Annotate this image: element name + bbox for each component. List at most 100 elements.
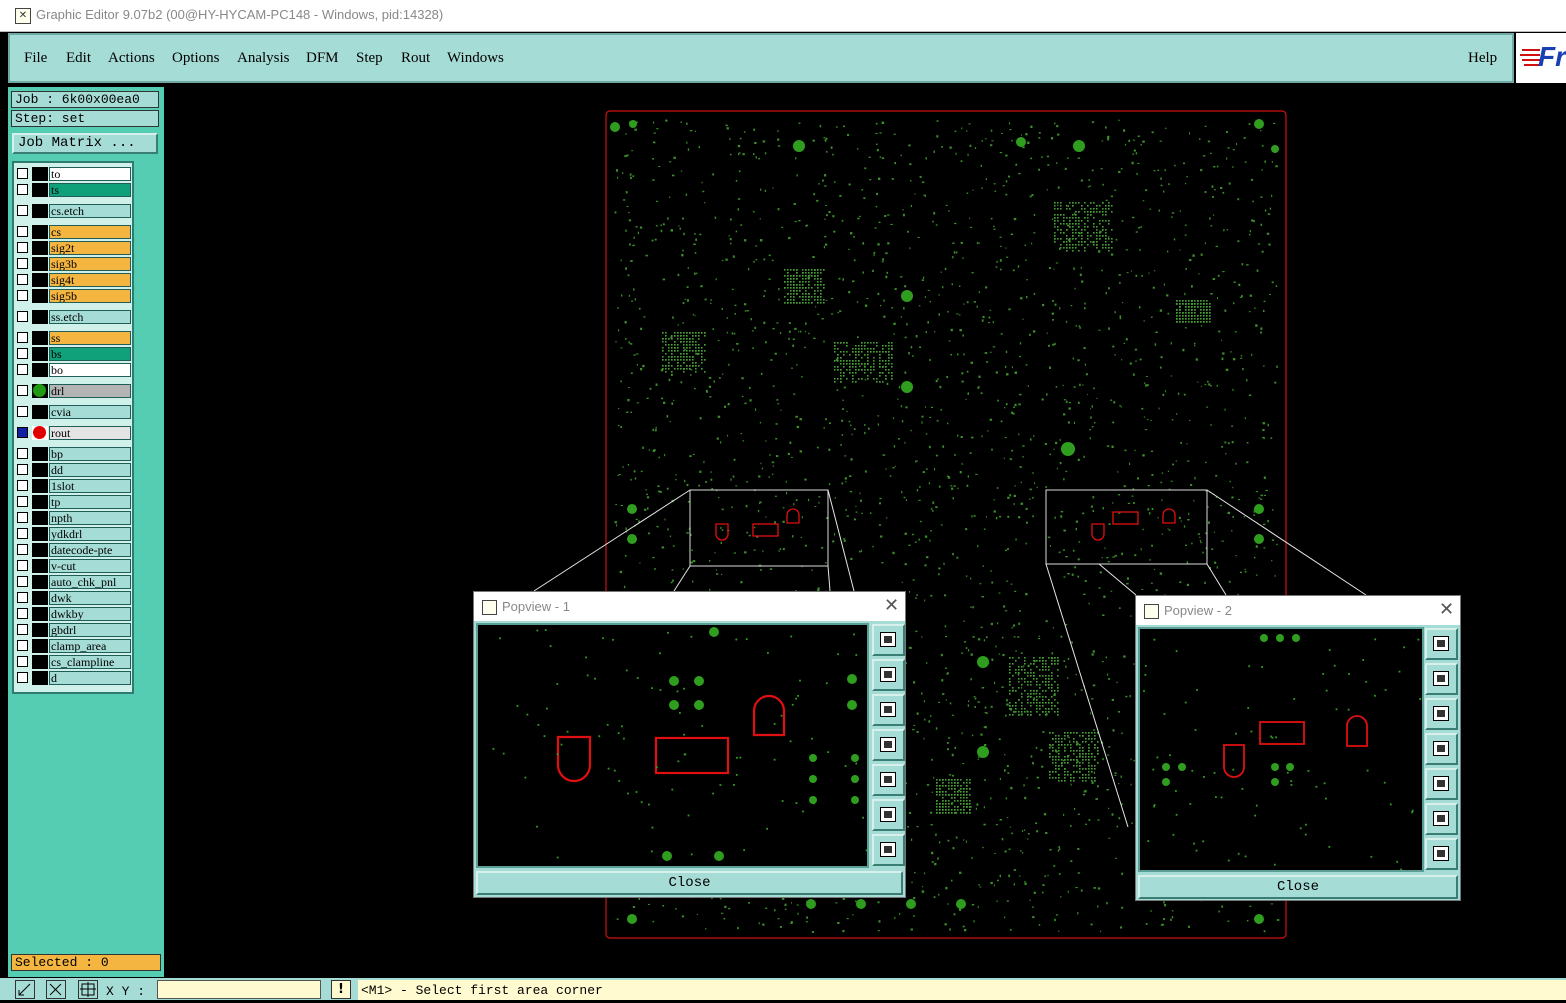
- layer-row-ss.etch[interactable]: ss.etch: [14, 310, 132, 324]
- layer-name[interactable]: datecode-pte: [49, 543, 131, 557]
- layer-name[interactable]: dwkby: [49, 607, 131, 621]
- layer-checkbox[interactable]: [17, 608, 28, 619]
- layer-row-clamp_area[interactable]: clamp_area: [14, 639, 132, 653]
- xy-coordinate-input[interactable]: [157, 980, 321, 999]
- layer-name[interactable]: dd: [49, 463, 131, 477]
- layer-checkbox[interactable]: [17, 640, 28, 651]
- menu-analysis[interactable]: Analysis: [237, 50, 290, 67]
- layer-name[interactable]: dwk: [49, 591, 131, 605]
- layer-row-ts[interactable]: ts: [14, 183, 132, 197]
- layer-row-ydkdrl[interactable]: ydkdrl: [14, 527, 132, 541]
- close-icon[interactable]: ✕: [884, 595, 899, 616]
- layer-checkbox[interactable]: [17, 258, 28, 269]
- info-icon[interactable]: !: [331, 980, 351, 999]
- layer-name[interactable]: bp: [49, 447, 131, 461]
- menu-options[interactable]: Options: [172, 50, 220, 67]
- popview-zoom-in-button[interactable]: [872, 799, 905, 831]
- layer-checkbox[interactable]: [17, 592, 28, 603]
- layer-row-1slot[interactable]: 1slot: [14, 479, 132, 493]
- layer-row-sig4t[interactable]: sig4t: [14, 273, 132, 287]
- popview-pan-left-button[interactable]: [872, 729, 905, 761]
- layer-checkbox[interactable]: [17, 480, 28, 491]
- layer-name[interactable]: tp: [49, 495, 131, 509]
- layer-row-d[interactable]: d: [14, 671, 132, 685]
- menu-help[interactable]: Help: [1468, 50, 1497, 67]
- popview-zoom-fit-button[interactable]: [1425, 628, 1458, 660]
- layer-row-v-cut[interactable]: v-cut: [14, 559, 132, 573]
- job-matrix-button[interactable]: Job Matrix ...: [12, 133, 158, 154]
- layer-row-dwk[interactable]: dwk: [14, 591, 132, 605]
- menu-edit[interactable]: Edit: [66, 50, 91, 67]
- layer-row-ss[interactable]: ss: [14, 331, 132, 345]
- popview-pan-up-button[interactable]: [1425, 663, 1458, 695]
- popview-zoom-out-button[interactable]: [1425, 838, 1458, 870]
- layer-name[interactable]: cvia: [49, 405, 131, 419]
- close-icon[interactable]: ✕: [1439, 599, 1454, 620]
- layer-checkbox[interactable]: [17, 385, 28, 396]
- menu-dfm[interactable]: DFM: [306, 50, 339, 67]
- layer-name[interactable]: cs_clampline: [49, 655, 131, 669]
- layer-row-bp[interactable]: bp: [14, 447, 132, 461]
- layer-name[interactable]: cs: [49, 225, 131, 239]
- measure-tool-icon[interactable]: [46, 980, 66, 999]
- layer-checkbox[interactable]: [17, 205, 28, 216]
- layer-checkbox[interactable]: [17, 348, 28, 359]
- layer-row-dd[interactable]: dd: [14, 463, 132, 477]
- layer-name[interactable]: v-cut: [49, 559, 131, 573]
- layer-name[interactable]: sig2t: [49, 241, 131, 255]
- layer-name[interactable]: sig3b: [49, 257, 131, 271]
- layer-name[interactable]: drl: [49, 384, 131, 398]
- popview-zoom-fit-button[interactable]: [872, 624, 905, 656]
- layer-checkbox[interactable]: [17, 464, 28, 475]
- layer-row-cs[interactable]: cs: [14, 225, 132, 239]
- layer-checkbox[interactable]: [17, 311, 28, 322]
- layer-row-tp[interactable]: tp: [14, 495, 132, 509]
- layer-checkbox[interactable]: [17, 406, 28, 417]
- layer-name[interactable]: bo: [49, 363, 131, 377]
- menu-actions[interactable]: Actions: [108, 50, 155, 67]
- popview-2-close-button[interactable]: Close: [1138, 875, 1458, 899]
- grid-snap-icon[interactable]: [78, 980, 98, 999]
- popview-zoom-in-button[interactable]: [1425, 803, 1458, 835]
- popview-pan-down-button[interactable]: [872, 694, 905, 726]
- popview-pan-right-button[interactable]: [872, 764, 905, 796]
- menu-step[interactable]: Step: [356, 50, 383, 67]
- layer-row-auto_chk_pnl[interactable]: auto_chk_pnl: [14, 575, 132, 589]
- layer-row-datecode-pte[interactable]: datecode-pte: [14, 543, 132, 557]
- layer-row-npth[interactable]: npth: [14, 511, 132, 525]
- layer-checkbox[interactable]: [17, 528, 28, 539]
- layer-name[interactable]: sig5b: [49, 289, 131, 303]
- layer-checkbox[interactable]: [17, 576, 28, 587]
- layer-checkbox[interactable]: [17, 512, 28, 523]
- popview-pan-left-button[interactable]: [1425, 733, 1458, 765]
- layer-checkbox[interactable]: [17, 672, 28, 683]
- layer-row-rout[interactable]: rout: [14, 426, 132, 440]
- layer-name[interactable]: sig4t: [49, 273, 131, 287]
- layer-checkbox[interactable]: [17, 624, 28, 635]
- layer-name[interactable]: npth: [49, 511, 131, 525]
- layer-checkbox[interactable]: [17, 168, 28, 179]
- layer-name[interactable]: ts: [49, 183, 131, 197]
- layer-name[interactable]: 1slot: [49, 479, 131, 493]
- popview-pan-up-button[interactable]: [872, 659, 905, 691]
- layer-name[interactable]: to: [49, 167, 131, 181]
- layer-name[interactable]: ss: [49, 331, 131, 345]
- layer-name[interactable]: bs: [49, 347, 131, 361]
- menu-file[interactable]: File: [24, 50, 47, 67]
- layer-checkbox[interactable]: [17, 226, 28, 237]
- menu-rout[interactable]: Rout: [401, 50, 430, 67]
- layer-checkbox[interactable]: [17, 496, 28, 507]
- layer-checkbox[interactable]: [17, 427, 28, 438]
- layer-row-gbdrl[interactable]: gbdrl: [14, 623, 132, 637]
- layer-row-to[interactable]: to: [14, 167, 132, 181]
- layer-name[interactable]: ydkdrl: [49, 527, 131, 541]
- layer-checkbox[interactable]: [17, 448, 28, 459]
- layer-row-cvia[interactable]: cvia: [14, 405, 132, 419]
- layer-row-sig2t[interactable]: sig2t: [14, 241, 132, 255]
- layer-name[interactable]: ss.etch: [49, 310, 131, 324]
- layer-checkbox[interactable]: [17, 560, 28, 571]
- layer-name[interactable]: clamp_area: [49, 639, 131, 653]
- layer-row-cs_clampline[interactable]: cs_clampline: [14, 655, 132, 669]
- layer-row-bo[interactable]: bo: [14, 363, 132, 377]
- layer-row-sig5b[interactable]: sig5b: [14, 289, 132, 303]
